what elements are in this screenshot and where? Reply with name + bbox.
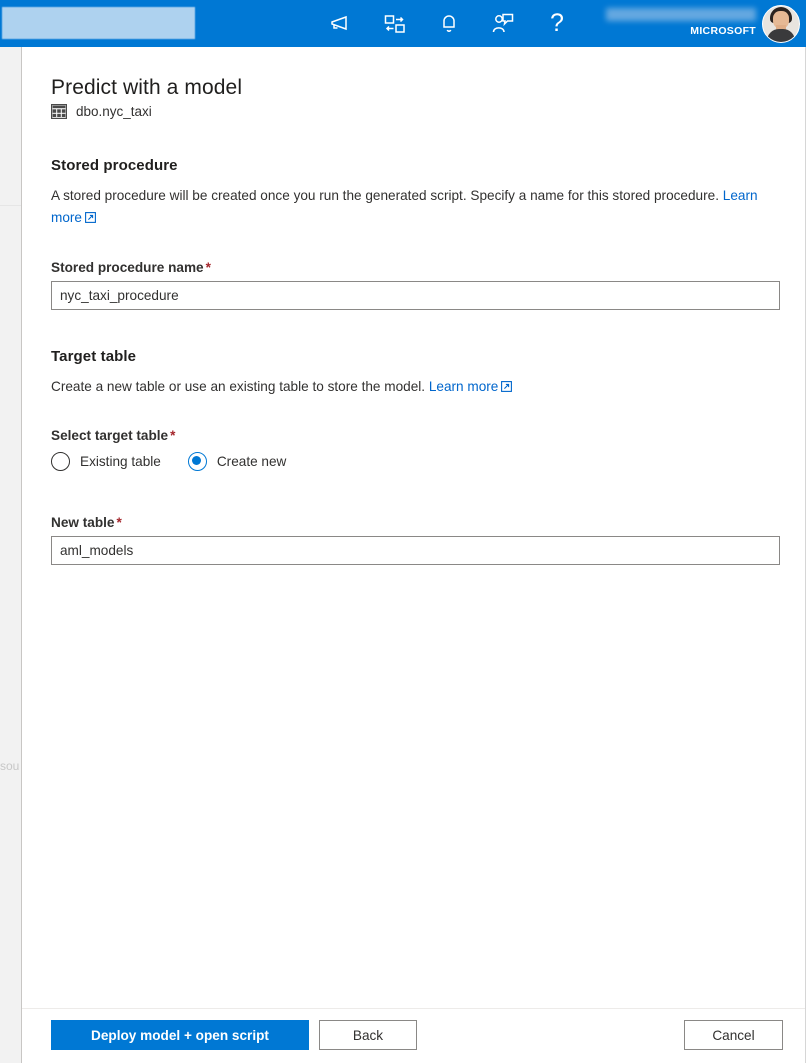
new-table-input[interactable] — [51, 536, 780, 565]
learn-more-label: Learn more — [429, 379, 499, 394]
page-title: Predict with a model — [51, 76, 242, 100]
radio-existing-table-label: Existing table — [80, 454, 161, 469]
radio-create-new[interactable]: Create new — [188, 452, 287, 471]
stored-procedure-heading: Stored procedure — [51, 157, 783, 174]
table-icon — [51, 104, 67, 119]
target-table-description-text: Create a new table or use an existing ta… — [51, 379, 425, 394]
account-username — [606, 8, 756, 21]
avatar[interactable] — [762, 5, 800, 43]
background-partial-text: sou — [0, 759, 19, 773]
stored-procedure-name-label: Stored procedure name* — [51, 260, 783, 275]
radio-existing-table[interactable]: Existing table — [51, 452, 161, 471]
select-target-table-label-text: Select target table — [51, 428, 168, 443]
stored-procedure-name-input[interactable] — [51, 281, 780, 310]
new-table-label-text: New table — [51, 515, 114, 530]
blade-subtitle: dbo.nyc_taxi — [51, 104, 152, 119]
account-area[interactable]: MICROSOFT — [606, 0, 800, 47]
blade-content: Predict with a model dbo.nyc_taxi Stored… — [22, 47, 805, 1007]
cancel-button[interactable]: Cancel — [684, 1020, 783, 1050]
radio-circle-icon — [51, 452, 70, 471]
account-organization: MICROSOFT — [606, 25, 756, 37]
stored-procedure-section: Stored procedure A stored procedure will… — [51, 157, 783, 230]
stored-procedure-description-text: A stored procedure will be created once … — [51, 188, 719, 203]
required-asterisk: * — [116, 515, 121, 530]
background-divider — [0, 205, 21, 206]
stored-procedure-name-field-group: Stored procedure name* — [51, 260, 783, 310]
new-table-label: New table* — [51, 515, 783, 530]
deploy-model-open-script-button[interactable]: Deploy model + open script — [51, 1020, 309, 1050]
notifications-bell-icon[interactable] — [438, 13, 460, 35]
required-asterisk: * — [206, 260, 211, 275]
radio-create-new-label: Create new — [217, 454, 287, 469]
help-icon[interactable]: ? — [546, 13, 568, 35]
blade-footer: Deploy model + open script Back Cancel — [22, 1008, 805, 1063]
target-table-learn-more-link[interactable]: Learn more — [429, 379, 513, 394]
account-text: MICROSOFT — [606, 8, 756, 39]
target-table-description: Create a new table or use an existing ta… — [51, 376, 773, 399]
stored-procedure-description: A stored procedure will be created once … — [51, 185, 773, 230]
radio-circle-selected-icon — [188, 452, 207, 471]
background-left-strip: sou — [0, 47, 22, 1063]
required-asterisk: * — [170, 428, 175, 443]
avatar-body — [767, 29, 795, 43]
announcements-icon[interactable] — [330, 13, 352, 35]
external-link-icon — [501, 377, 512, 399]
cloud-shell-icon[interactable] — [384, 13, 406, 35]
target-table-heading: Target table — [51, 348, 783, 365]
select-target-table-group: Select target table* Existing table Crea… — [51, 428, 783, 471]
external-link-icon — [85, 208, 96, 230]
select-target-table-label: Select target table* — [51, 428, 783, 443]
back-button[interactable]: Back — [319, 1020, 417, 1050]
help-glyph: ? — [550, 11, 564, 36]
stored-procedure-name-label-text: Stored procedure name — [51, 260, 204, 275]
blade-subtitle-text: dbo.nyc_taxi — [76, 104, 152, 119]
feedback-icon[interactable] — [492, 13, 514, 35]
predict-with-model-blade: Predict with a model dbo.nyc_taxi Stored… — [22, 47, 806, 1063]
topbar-icon-group: ? — [330, 0, 568, 47]
azure-portal-topbar: ? MICROSOFT — [0, 0, 806, 47]
target-table-section: Target table Create a new table or use a… — [51, 348, 783, 399]
new-table-field-group: New table* — [51, 515, 783, 565]
target-table-radio-group: Existing table Create new — [51, 452, 783, 471]
global-search-input[interactable] — [2, 7, 195, 39]
